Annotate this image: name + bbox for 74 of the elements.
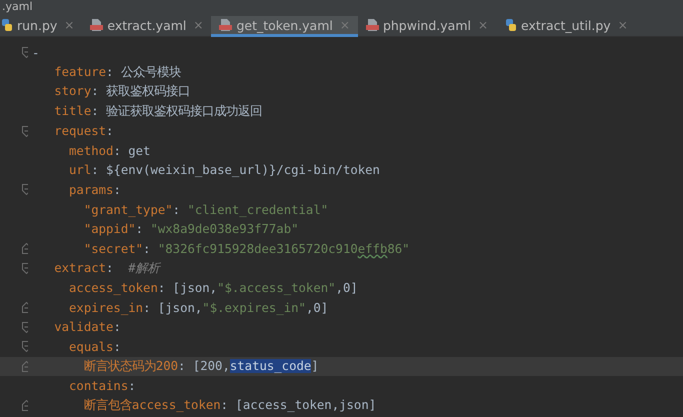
- code-text: -: [32, 46, 40, 60]
- code-text: feature: [54, 64, 106, 79]
- code-text: 断言状态码为200: [84, 358, 178, 373]
- flagged-text: effb: [358, 242, 388, 256]
- fold-end-icon[interactable]: [22, 360, 28, 372]
- file-tab[interactable]: extract.yaml ×: [82, 16, 212, 37]
- code-text: expires_in: [69, 300, 144, 315]
- code-text: story: [54, 84, 92, 98]
- code-text: access_token: [69, 280, 158, 295]
- code-text: : [json,: [158, 280, 218, 295]
- selected-text: status_code: [230, 358, 312, 373]
- fold-icon[interactable]: [22, 322, 28, 333]
- code-text: "client_credential": [187, 202, 328, 217]
- code-text: "appid": [84, 222, 136, 236]
- fold-icon[interactable]: [22, 341, 28, 352]
- close-tab-button[interactable]: ×: [478, 18, 488, 32]
- fold-icon[interactable]: [22, 126, 28, 137]
- code-text: ,0]: [336, 280, 358, 295]
- code-text: :: [136, 222, 144, 236]
- code-text: method: [69, 144, 114, 158]
- code-text: :: [143, 242, 152, 256]
- code-text: "wx8a9de038e93f77ab": [150, 222, 299, 236]
- code-text: "$.access_token": [217, 280, 336, 295]
- file-tab[interactable]: run.py ×: [0, 16, 82, 37]
- file-tab[interactable]: phpwind.yaml ×: [358, 16, 496, 37]
- code-text: extract: [54, 260, 106, 275]
- code-text: : get: [113, 144, 150, 158]
- tab-label: run.py: [17, 18, 58, 32]
- fold-end-icon[interactable]: [22, 243, 28, 254]
- code-text: 86": [387, 242, 410, 256]
- tab-label: extract_util.py: [521, 18, 611, 32]
- code-text: : 验证获取鉴权码接口成功返回: [91, 104, 262, 118]
- code-text: ,0]: [306, 300, 328, 315]
- code-text: "grant_type": [84, 202, 173, 217]
- window-title: .yaml: [2, 0, 33, 13]
- code-text: ]: [311, 358, 319, 373]
- code-text: : [json,: [143, 300, 202, 315]
- fold-end-icon[interactable]: [22, 400, 28, 411]
- code-text: url: [69, 163, 92, 178]
- code-text: title: [54, 104, 92, 118]
- code-text: :: [106, 260, 114, 275]
- code-text: equals: [69, 340, 114, 354]
- file-tab[interactable]: get_token.yaml ×: [211, 16, 358, 37]
- code-text: #解析: [128, 260, 160, 275]
- code-text: "8326fc915928dee3165720c910: [158, 242, 358, 256]
- tab-label: get_token.yaml: [236, 18, 333, 32]
- code-text: "$.expires_in": [202, 300, 306, 315]
- close-tab-button[interactable]: ×: [64, 18, 74, 32]
- fold-icon[interactable]: [22, 184, 28, 196]
- code-text: "secret": [84, 242, 144, 256]
- fold-icon[interactable]: [22, 47, 28, 58]
- code-text: params: [69, 182, 114, 197]
- code-text: validate: [54, 320, 114, 334]
- file-tab[interactable]: extract_util.py ×: [496, 16, 636, 37]
- code-text: :: [128, 378, 136, 393]
- close-tab-button[interactable]: ×: [193, 18, 204, 32]
- code-text: : 公众号模块: [106, 64, 181, 79]
- tab-label: extract.yaml: [107, 18, 186, 32]
- code-text: : 获取鉴权码接口: [91, 84, 190, 98]
- code-text: contains: [69, 378, 128, 393]
- code-text: :: [113, 340, 121, 354]
- code-text: request: [54, 124, 106, 138]
- tab-label: phpwind.yaml: [382, 18, 471, 32]
- code-text: :: [113, 320, 121, 334]
- code-text: : ${env(weixin_base_url)}/cgi-bin/token: [91, 163, 380, 178]
- fold-end-icon[interactable]: [22, 302, 28, 314]
- fold-icon[interactable]: [22, 262, 28, 274]
- code-text: :: [172, 202, 182, 217]
- code-text: 断言包含access_token: [84, 398, 221, 412]
- code-text: :: [113, 182, 121, 197]
- code-text: :: [106, 124, 114, 138]
- code-text: : [access_token,json]: [220, 398, 376, 412]
- code-text: : [200,: [178, 358, 230, 373]
- close-tab-button[interactable]: ×: [618, 18, 628, 32]
